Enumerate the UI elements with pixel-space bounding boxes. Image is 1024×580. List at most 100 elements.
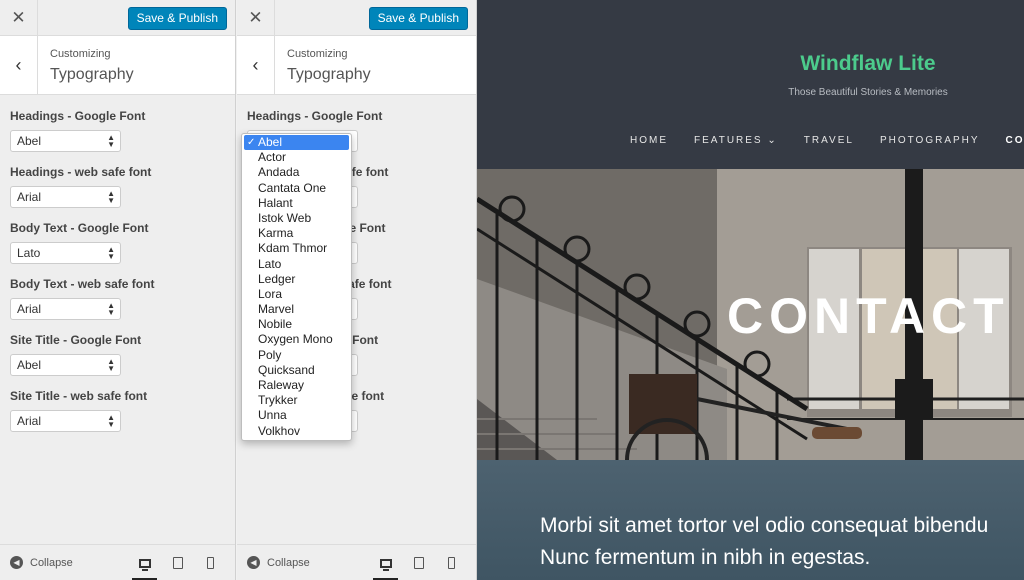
select-arrows-icon: ▲▼: [107, 413, 115, 429]
dropdown-option[interactable]: Quicksand: [242, 363, 351, 378]
collapse-button[interactable]: ◀ Collapse: [247, 556, 310, 569]
font-select[interactable]: Arial ▲▼: [10, 298, 121, 320]
customizer-panel: ✕ Save & Publish ‹ Customizing Typograph…: [0, 0, 236, 580]
save-publish-button[interactable]: Save & Publish: [368, 7, 468, 30]
device-switcher: [128, 545, 227, 580]
dropdown-option[interactable]: Lato: [242, 257, 351, 272]
mobile-preview-button[interactable]: [435, 545, 468, 580]
collapse-icon: ◀: [10, 556, 23, 569]
dropdown-option[interactable]: Volkhov: [242, 424, 351, 439]
dropdown-option[interactable]: Unna: [242, 408, 351, 423]
site-tagline: Those Beautiful Stories & Memories: [788, 87, 948, 98]
font-select[interactable]: Abel ▲▼: [10, 354, 121, 376]
control-label: Site Title - web safe font: [10, 389, 148, 403]
control-label: Body Text - web safe font: [10, 277, 155, 291]
font-dropdown-list: Abel Actor Andada Cantata One Halant Ist…: [241, 133, 352, 441]
close-icon[interactable]: ✕: [0, 0, 38, 36]
tablet-preview-button[interactable]: [402, 545, 435, 580]
tablet-icon: [172, 557, 183, 569]
nav-item-travel[interactable]: TRAVEL: [804, 135, 854, 146]
dropdown-option[interactable]: Abel: [244, 135, 349, 151]
customizer-topbar: ✕ Save & Publish: [0, 0, 235, 36]
save-publish-button[interactable]: Save & Publish: [127, 7, 227, 30]
control-body-google: Body Text - Google Font Lato ▲▼: [10, 221, 225, 277]
select-arrows-icon: ▲▼: [107, 133, 115, 149]
select-arrows-icon: ▲▼: [107, 189, 115, 205]
font-select[interactable]: Arial ▲▼: [10, 410, 121, 432]
customizer-footer: ◀ Collapse: [237, 544, 476, 580]
font-select[interactable]: Abel ▲▼: [10, 130, 121, 152]
select-value: Abel: [17, 358, 42, 372]
nav-item-photography[interactable]: PHOTOGRAPHY: [880, 135, 980, 146]
dropdown-option[interactable]: Lora: [242, 287, 351, 302]
body-line: Morbi sit amet tortor vel odio consequat…: [540, 514, 989, 537]
body-line: Nunc fermentum in nibh in egestas.: [540, 546, 871, 569]
hero-title: CONTACT: [727, 288, 1010, 344]
dropdown-option[interactable]: Cantata One: [242, 181, 351, 196]
dropdown-option[interactable]: Istok Web: [242, 211, 351, 226]
site-preview: Windflaw Lite Those Beautiful Stories & …: [477, 0, 1024, 580]
site-title[interactable]: Windflaw Lite: [477, 52, 1024, 76]
customizer-topbar: ✕ Save & Publish: [237, 0, 476, 36]
close-icon[interactable]: ✕: [237, 0, 275, 36]
collapse-button[interactable]: ◀ Collapse: [10, 556, 73, 569]
select-value: Arial: [17, 414, 42, 428]
control-label: Body Text - Google Font: [10, 221, 149, 235]
section-title: Typography: [50, 66, 134, 83]
customizing-label: Customizing: [287, 48, 348, 60]
dropdown-option[interactable]: Andada: [242, 165, 351, 180]
content-area: Morbi sit amet tortor vel odio consequat…: [477, 460, 1024, 580]
desktop-preview-button[interactable]: [369, 545, 402, 580]
font-select[interactable]: Lato ▲▼: [10, 242, 121, 264]
desktop-icon: [138, 558, 151, 571]
body-text: Morbi sit amet tortor vel odio consequat…: [540, 510, 1024, 574]
select-value: Lato: [17, 246, 41, 260]
tablet-preview-button[interactable]: [161, 545, 194, 580]
dropdown-option[interactable]: Oxygen Mono: [242, 332, 351, 347]
section-header: ‹ Customizing Typography: [237, 36, 476, 95]
control-body-websafe: Body Text - web safe font Arial ▲▼: [10, 277, 225, 333]
select-value: Abel: [17, 134, 42, 148]
mobile-icon: [448, 557, 455, 569]
section-title: Typography: [287, 66, 371, 83]
dropdown-option[interactable]: Marvel: [242, 302, 351, 317]
hero-image: CONTACT: [477, 169, 1024, 460]
collapse-icon: ◀: [247, 556, 260, 569]
mobile-preview-button[interactable]: [194, 545, 227, 580]
section-header: ‹ Customizing Typography: [0, 36, 235, 95]
dropdown-option[interactable]: Trykker: [242, 393, 351, 408]
collapse-label: Collapse: [30, 556, 73, 569]
dropdown-option[interactable]: Raleway: [242, 378, 351, 393]
nav-item-contact[interactable]: CONTAC: [1006, 135, 1024, 146]
dropdown-option[interactable]: Nobile: [242, 317, 351, 332]
back-icon[interactable]: ‹: [237, 36, 275, 94]
font-select[interactable]: Arial ▲▼: [10, 186, 121, 208]
select-value: Arial: [17, 302, 42, 316]
control-label: Headings - Google Font: [247, 109, 383, 123]
main-nav: HOME FEATURES ⌄ TRAVEL PHOTOGRAPHY CONTA…: [630, 135, 1024, 146]
tablet-icon: [413, 557, 424, 569]
dropdown-option[interactable]: Ledger: [242, 272, 351, 287]
desktop-preview-button[interactable]: [128, 545, 161, 580]
control-label: Headings - Google Font: [10, 109, 146, 123]
dropdown-option[interactable]: Karma: [242, 226, 351, 241]
control-label: Headings - web safe font: [10, 165, 152, 179]
control-sitetitle-websafe: Site Title - web safe font Arial ▲▼: [10, 389, 225, 445]
control-headings-websafe: Headings - web safe font Arial ▲▼: [10, 165, 225, 221]
back-icon[interactable]: ‹: [0, 36, 38, 94]
dropdown-option[interactable]: Poly: [242, 348, 351, 363]
dropdown-option[interactable]: Kdam Thmor: [242, 241, 351, 256]
dropdown-option[interactable]: Actor: [242, 150, 351, 165]
select-arrows-icon: ▲▼: [107, 357, 115, 373]
select-arrows-icon: ▲▼: [107, 301, 115, 317]
device-switcher: [369, 545, 468, 580]
dropdown-option[interactable]: Halant: [242, 196, 351, 211]
select-arrows-icon: ▲▼: [107, 245, 115, 261]
controls-list: Headings - Google Font Abel ▲▼ Headings -…: [0, 95, 235, 445]
desktop-icon: [379, 558, 392, 571]
nav-item-features[interactable]: FEATURES ⌄: [694, 135, 778, 146]
control-sitetitle-google: Site Title - Google Font Abel ▲▼: [10, 333, 225, 389]
nav-item-home[interactable]: HOME: [630, 135, 668, 146]
control-headings-google: Headings - Google Font Abel ▲▼: [10, 109, 225, 165]
mobile-icon: [207, 557, 214, 569]
